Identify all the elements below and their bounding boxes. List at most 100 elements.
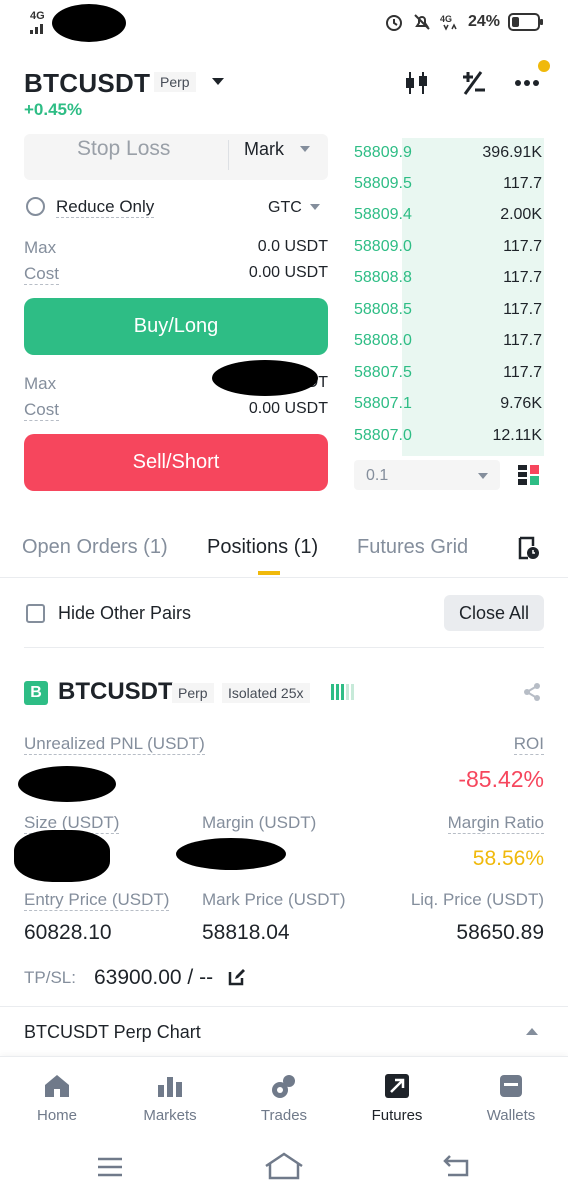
- depth-step-value: 0.1: [366, 467, 389, 484]
- alarm-icon: [385, 15, 402, 31]
- close-all-button[interactable]: Close All: [444, 595, 544, 631]
- pair-title[interactable]: BTCUSDT: [24, 68, 150, 99]
- tab-positions[interactable]: Positions (1): [207, 536, 318, 559]
- nav-trades[interactable]: Trades: [234, 1071, 334, 1124]
- orderbook-layout-icon[interactable]: [518, 465, 540, 485]
- orderbook-row[interactable]: 58809.0 117.7: [352, 232, 544, 262]
- nav-wallets[interactable]: Wallets: [461, 1071, 561, 1124]
- markets-icon: [155, 1071, 185, 1101]
- tab-futures-grid[interactable]: Futures Grid: [357, 536, 468, 559]
- more-options-icon[interactable]: [512, 68, 542, 98]
- sell-max-label: Max: [24, 374, 57, 393]
- orderbook-row[interactable]: 58808.5 117.7: [352, 295, 544, 325]
- bid-price: 58807.1: [354, 395, 412, 412]
- bid-price: 58807.5: [354, 364, 412, 381]
- orderbook-row[interactable]: 58809.9 396.91K: [352, 138, 544, 168]
- orderbook-row[interactable]: 58807.1 9.76K: [352, 389, 544, 419]
- status-bar: 4G 4G 24%: [0, 0, 568, 46]
- orderbook-row[interactable]: 58807.5 117.7: [352, 358, 544, 388]
- signal-icon: [30, 24, 43, 34]
- back-icon[interactable]: [442, 1154, 470, 1178]
- chevron-down-icon: [310, 204, 320, 210]
- home-system-icon[interactable]: [264, 1152, 304, 1180]
- redaction-mark: [52, 4, 126, 42]
- entry-price-label[interactable]: Entry Price (USDT): [24, 890, 170, 911]
- nav-home[interactable]: Home: [7, 1071, 107, 1124]
- network-indicator: 4G: [30, 10, 50, 34]
- sell-cost-label[interactable]: Cost: [24, 400, 59, 421]
- bid-qty: 9.76K: [500, 395, 542, 412]
- tab-open-orders[interactable]: Open Orders (1): [22, 536, 168, 559]
- bid-qty: 396.91K: [482, 144, 542, 161]
- bid-qty: 117.7: [503, 332, 542, 349]
- pair-dropdown-caret-icon[interactable]: [212, 78, 224, 85]
- reduce-only-label[interactable]: Reduce Only: [56, 197, 155, 218]
- orderbook-row[interactable]: 58808.8 117.7: [352, 263, 544, 293]
- network-label: 4G: [30, 10, 45, 22]
- nav-markets[interactable]: Markets: [120, 1071, 220, 1124]
- sell-short-button[interactable]: Sell/Short: [24, 434, 328, 491]
- price-type-select[interactable]: Mark: [244, 139, 284, 160]
- mute-icon: [414, 14, 430, 30]
- liq-price-value: 58650.89: [456, 921, 544, 944]
- unrealized-pnl-label[interactable]: Unrealized PNL (USDT): [24, 734, 205, 755]
- tpsl-value: 63900.00 / --: [94, 966, 214, 989]
- orderbook-row[interactable]: 58809.5 117.7: [352, 169, 544, 199]
- time-in-force-select[interactable]: GTC: [268, 199, 302, 217]
- hide-other-pairs-checkbox[interactable]: [26, 604, 45, 623]
- bid-price: 58809.4: [354, 206, 412, 223]
- orderbook-row[interactable]: 58809.4 2.00K: [352, 200, 544, 230]
- tpsl-label: TP/SL:: [24, 968, 76, 987]
- contract-type-tag: Perp: [154, 72, 196, 92]
- chevron-down-icon: [478, 473, 488, 479]
- entry-price-value: 60828.10: [24, 921, 112, 944]
- calculator-icon[interactable]: [458, 68, 488, 98]
- hide-other-pairs-label[interactable]: Hide Other Pairs: [58, 603, 191, 624]
- bid-qty: 117.7: [503, 301, 542, 318]
- reduce-only-radio[interactable]: [26, 197, 45, 216]
- chart-toggle-title[interactable]: BTCUSDT Perp Chart: [24, 1022, 201, 1043]
- bottom-nav: Home Markets Trades Futures Wallets: [0, 1056, 568, 1136]
- liq-price-label: Liq. Price (USDT): [410, 890, 544, 909]
- home-icon: [42, 1071, 72, 1101]
- wallets-icon: [496, 1071, 526, 1101]
- notification-dot: [538, 60, 550, 72]
- share-icon[interactable]: [522, 682, 542, 702]
- active-tab-indicator: [258, 571, 280, 575]
- nav-futures[interactable]: Futures: [347, 1071, 447, 1124]
- orderbook-row[interactable]: 58808.0 117.7: [352, 326, 544, 356]
- position-pair[interactable]: BTCUSDT: [58, 678, 173, 706]
- margin-ratio-value: 58.56%: [472, 847, 544, 870]
- bid-qty: 117.7: [503, 364, 542, 381]
- redaction-mark: [18, 766, 116, 802]
- chevron-down-icon: [300, 146, 310, 152]
- order-history-icon[interactable]: [518, 536, 540, 560]
- bid-price: 58809.5: [354, 175, 412, 192]
- bid-qty: 12.11K: [492, 427, 542, 444]
- buy-max-label: Max: [24, 238, 57, 257]
- trades-icon: [269, 1071, 299, 1101]
- buy-cost-label[interactable]: Cost: [24, 264, 59, 285]
- system-nav-bar: [0, 1136, 568, 1200]
- futures-icon: [382, 1071, 412, 1101]
- recents-icon[interactable]: [96, 1156, 124, 1178]
- buy-side-badge: B: [24, 681, 48, 705]
- battery-percent: 24%: [467, 13, 500, 30]
- nav-home-label: Home: [36, 1107, 77, 1124]
- buy-cost-value: 0.00 USDT: [248, 264, 328, 281]
- roi-label[interactable]: ROI: [513, 734, 544, 755]
- bid-qty: 117.7: [503, 238, 542, 255]
- margin-mode-tag[interactable]: Isolated 25x: [222, 683, 310, 703]
- chevron-up-icon[interactable]: [526, 1028, 538, 1035]
- divider: [228, 140, 229, 170]
- edit-icon[interactable]: [228, 968, 246, 986]
- price-change-percent: +0.45%: [24, 100, 83, 119]
- bid-qty: 117.7: [503, 175, 542, 192]
- margin-ratio-label[interactable]: Margin Ratio: [447, 813, 544, 834]
- buy-long-button[interactable]: Buy/Long: [24, 298, 328, 355]
- bid-price: 58809.0: [354, 238, 412, 255]
- orderbook-row[interactable]: 58807.0 12.11K: [352, 421, 544, 451]
- position-contract-tag: Perp: [172, 683, 214, 703]
- status-right: 4G 24%: [384, 12, 544, 32]
- candlestick-chart-icon[interactable]: [402, 68, 432, 98]
